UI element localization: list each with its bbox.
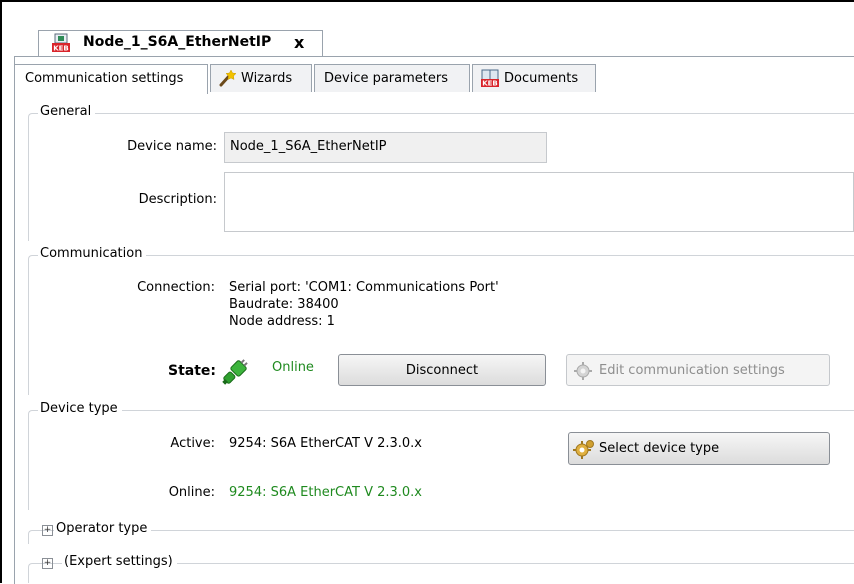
connection-serial-port: Serial port: 'COM1: Communications Port' bbox=[229, 280, 499, 295]
disconnect-button-label: Disconnect bbox=[405, 363, 479, 378]
description-label: Description: bbox=[138, 192, 217, 207]
disconnect-button[interactable]: Disconnect bbox=[338, 354, 546, 386]
close-icon[interactable]: x bbox=[294, 33, 304, 52]
tab-label: Communication settings bbox=[25, 71, 184, 86]
book-icon: KEB bbox=[480, 68, 500, 92]
device-name-value: Node_1_S6A_EtherNetIP bbox=[230, 139, 387, 154]
document-tab[interactable]: KEB Node_1_S6A_EtherNetIP x bbox=[38, 30, 323, 56]
tab-documents[interactable]: KEB Documents bbox=[472, 64, 596, 92]
tab-wizards[interactable]: Wizards bbox=[210, 64, 312, 92]
description-field[interactable] bbox=[224, 172, 854, 232]
select-device-type-label: Select device type bbox=[599, 441, 720, 456]
connection-baudrate: Baudrate: 38400 bbox=[229, 297, 339, 312]
communication-group-title: Communication bbox=[38, 246, 147, 261]
device-type-group-title: Device type bbox=[38, 401, 122, 416]
state-label: State: bbox=[167, 363, 216, 379]
tab-label: Wizards bbox=[241, 71, 293, 86]
wand-icon bbox=[218, 69, 237, 91]
expert-settings-title[interactable]: (Expert settings) bbox=[62, 554, 177, 569]
edit-communication-settings-button[interactable]: Edit communication settings bbox=[566, 354, 830, 386]
tab-label: Documents bbox=[504, 71, 579, 86]
document-tab-title: Node_1_S6A_EtherNetIP bbox=[83, 34, 272, 50]
keb-device-icon: KEB bbox=[51, 33, 71, 57]
connection-label: Connection: bbox=[137, 280, 215, 295]
svg-text:KEB: KEB bbox=[482, 80, 498, 88]
expand-icon[interactable]: + bbox=[42, 525, 53, 536]
operator-type-group bbox=[28, 530, 854, 544]
expand-icon[interactable]: + bbox=[42, 558, 53, 569]
gear-icon bbox=[573, 439, 595, 463]
operator-type-title[interactable]: Operator type bbox=[54, 521, 152, 536]
online-value: 9254: S6A EtherCAT V 2.3.0.x bbox=[229, 485, 423, 500]
select-device-type-button[interactable]: Select device type bbox=[568, 432, 830, 465]
online-label: Online: bbox=[168, 485, 215, 500]
device-name-field[interactable]: Node_1_S6A_EtherNetIP bbox=[224, 132, 547, 163]
device-name-label: Device name: bbox=[127, 139, 217, 154]
state-value: Online bbox=[272, 360, 314, 375]
tab-label: Device parameters bbox=[324, 71, 448, 86]
active-label: Active: bbox=[170, 436, 215, 451]
online-plug-icon bbox=[218, 356, 252, 392]
svg-text:KEB: KEB bbox=[53, 45, 69, 53]
tab-communication-settings[interactable]: Communication settings bbox=[14, 64, 208, 94]
edit-communication-settings-label: Edit communication settings bbox=[599, 363, 785, 378]
gear-icon bbox=[573, 361, 593, 385]
general-group-title: General bbox=[38, 104, 96, 119]
connection-node-address: Node address: 1 bbox=[229, 314, 335, 329]
tab-device-parameters[interactable]: Device parameters bbox=[314, 64, 470, 92]
active-value: 9254: S6A EtherCAT V 2.3.0.x bbox=[229, 436, 423, 451]
